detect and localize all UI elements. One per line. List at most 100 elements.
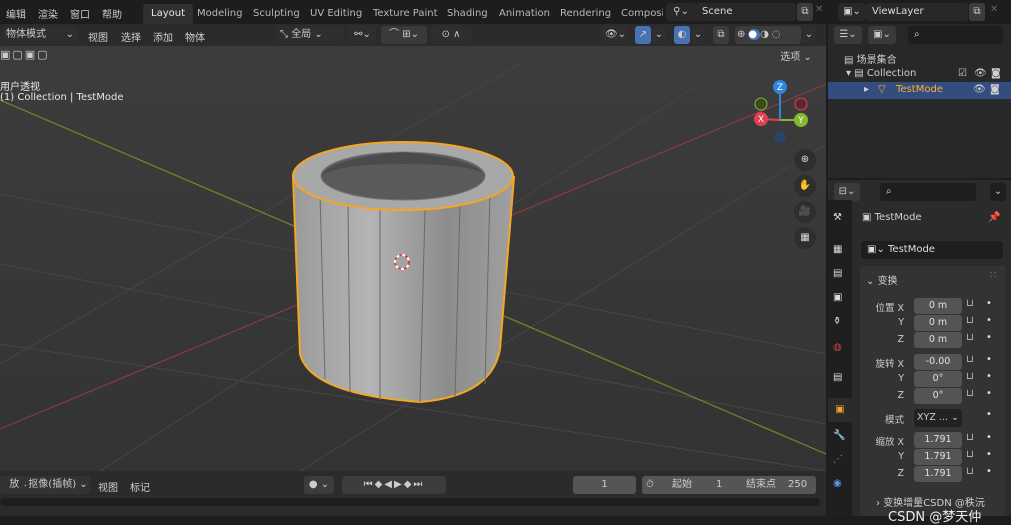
output-tab-icon[interactable]: ▤ [833, 268, 842, 279]
lock-icon[interactable]: ⊔ [966, 449, 974, 460]
scene-selector[interactable]: Scene [696, 3, 796, 21]
proportional-edit-icon[interactable]: ⊙ ∧ [431, 26, 471, 44]
play-reverse-icon[interactable]: ◀ [384, 479, 394, 490]
panel-header-transform[interactable]: ⌄ 变换 [866, 272, 898, 287]
menu-render[interactable]: 渲染 [38, 6, 58, 21]
close-icon[interactable]: ✕ [990, 4, 998, 15]
keyframe-dot-icon[interactable]: • [986, 315, 992, 326]
pin-icon[interactable]: 📌 [988, 212, 1000, 223]
menu-edit[interactable]: 编辑 [6, 6, 26, 21]
menu-select[interactable]: 选择 [121, 29, 141, 44]
camera-icon[interactable]: 🎥 [794, 201, 816, 223]
menu-object[interactable]: 物体 [185, 29, 205, 44]
3d-viewport[interactable]: 用户透视 (1) Collection | TestMode ▣▢▣▢ 选项 ⌄… [0, 24, 826, 471]
chevron-down-icon[interactable]: ⌄ [802, 26, 816, 44]
tab-uv-editing[interactable]: UV Editing [302, 4, 370, 24]
scale-z-field[interactable]: 1.791 [914, 466, 962, 482]
lock-icon[interactable]: ⊔ [966, 388, 974, 399]
lock-icon[interactable]: ⊔ [966, 432, 974, 443]
eye-icon[interactable]: 👁 [974, 68, 987, 79]
visibility-icon[interactable]: 👁⌄ [602, 26, 629, 44]
rotation-mode-dropdown[interactable]: XYZ ... ⌄ [914, 409, 962, 427]
location-x-field[interactable]: 0 m [914, 298, 962, 314]
view-layer-tab-icon[interactable]: ▣ [833, 292, 842, 303]
filter-icon[interactable]: ▣⌄ [868, 26, 896, 44]
pivot-icon[interactable]: ⚯⌄ [349, 26, 376, 44]
expand-arrow-icon[interactable]: ▾ [846, 68, 854, 79]
tab-rendering[interactable]: Rendering [552, 4, 619, 24]
auto-keying-button[interactable]: ● ⌄ [304, 476, 334, 494]
snap-icon[interactable]: ⌒ ⊞⌄ [381, 26, 427, 44]
lock-icon[interactable]: ⊔ [966, 371, 974, 382]
menu-window[interactable]: 窗口 [70, 6, 90, 21]
collection-tab-icon[interactable]: ▤ [833, 372, 842, 383]
start-frame-field[interactable]: 1 [716, 476, 722, 494]
end-frame-field[interactable]: 250 [788, 476, 807, 494]
lock-icon[interactable]: ⊔ [966, 466, 974, 477]
camera-render-icon[interactable]: ◙ [990, 84, 1000, 95]
keyframe-dot-icon[interactable]: • [986, 409, 992, 420]
xray-icon[interactable]: ⧉ [713, 26, 729, 44]
new-viewlayer-icon[interactable]: ⧉ [969, 3, 985, 21]
jump-end-icon[interactable]: ⏭ [413, 479, 424, 490]
checkbox-icon[interactable]: ☑ [958, 68, 967, 79]
properties-search-input[interactable]: ⌕ [880, 183, 976, 201]
gizmo-toggle-icon[interactable]: ↗ [635, 26, 651, 44]
tab-compositing[interactable]: Composi [613, 4, 663, 24]
zoom-icon[interactable]: ⊕ [794, 149, 816, 171]
menu-view[interactable]: 视图 [88, 29, 108, 44]
keyframe-dot-icon[interactable]: • [986, 371, 992, 382]
timeline-menu-marker[interactable]: 标记 [130, 479, 150, 494]
render-tab-icon[interactable]: ▦ [833, 244, 842, 255]
rotation-z-field[interactable]: 0° [914, 388, 962, 404]
scene-tab-icon[interactable]: ⚱ [833, 316, 841, 327]
tab-shading[interactable]: Shading [439, 4, 496, 24]
tab-layout[interactable]: Layout [143, 4, 193, 24]
current-frame-field[interactable]: 1 [573, 476, 636, 494]
keyframe-dot-icon[interactable]: • [986, 449, 992, 460]
options-dropdown[interactable]: 选项 ⌄ [779, 49, 813, 67]
keyframe-dot-icon[interactable]: • [986, 466, 992, 477]
keyframe-dot-icon[interactable]: • [986, 388, 992, 399]
tab-animation[interactable]: Animation [491, 4, 558, 24]
navigation-gizmo[interactable]: Z Y X [745, 76, 815, 146]
expand-arrow-icon[interactable]: ▸ [864, 84, 869, 95]
rotation-y-field[interactable]: 0° [914, 371, 962, 387]
play-icon[interactable]: ▶ [394, 479, 404, 490]
keying-dropdown[interactable]: 抠像(插帧) ⌄ [26, 476, 90, 494]
lock-icon[interactable]: ⊔ [966, 298, 974, 309]
viewlayer-icon[interactable]: ▣⌄ [838, 3, 866, 21]
eye-icon[interactable]: 👁 [973, 84, 986, 95]
location-y-field[interactable]: 0 m [914, 315, 962, 331]
tool-tab-icon[interactable]: ⚒ [833, 212, 842, 223]
menu-help[interactable]: 帮助 [102, 6, 122, 21]
menu-add[interactable]: 添加 [153, 29, 173, 44]
viewlayer-selector[interactable]: ViewLayer [866, 3, 968, 21]
scene-icon[interactable]: ⚲⌄ [666, 3, 696, 21]
scale-x-field[interactable]: 1.791 [914, 432, 962, 448]
prev-keyframe-icon[interactable]: ◆ [375, 479, 385, 490]
keyframe-dot-icon[interactable]: • [986, 354, 992, 365]
object-tab-icon[interactable]: ▣ [828, 398, 852, 422]
collection-row[interactable]: ▾ ▤ Collection ☑ 👁 ◙ [846, 68, 1011, 79]
object-row-testmode[interactable]: ▸ ▽ TestMode 👁 ◙ [828, 82, 1011, 99]
camera-render-icon[interactable]: ◙ [991, 68, 1001, 79]
tab-texture-paint[interactable]: Texture Paint [365, 4, 446, 24]
pan-hand-icon[interactable]: ✋ [794, 175, 816, 197]
select-mode-buttons[interactable]: ▣▢▣▢ [0, 48, 62, 65]
physics-tab-icon[interactable]: ◉ [833, 478, 842, 489]
close-icon[interactable]: ✕ [815, 4, 823, 15]
playback-controls[interactable]: ⏮◆◀▶◆⏭ [342, 476, 446, 494]
tab-modeling[interactable]: Modeling [189, 4, 251, 24]
lock-icon[interactable]: ⊔ [966, 354, 974, 365]
scale-y-field[interactable]: 1.791 [914, 449, 962, 465]
editor-type-icon[interactable]: ⊟⌄ [834, 183, 860, 201]
scene-collection-row[interactable]: ▤ 场景集合 [844, 51, 897, 66]
chevron-down-icon[interactable]: ⌄ [691, 26, 705, 44]
world-tab-icon[interactable]: ◍ [833, 342, 842, 353]
drag-handle-icon[interactable]: ∷ [990, 270, 996, 281]
transform-orientation-dropdown[interactable]: ⤡ 全局 ⌄ [276, 26, 344, 44]
lock-icon[interactable]: ⊔ [966, 332, 974, 343]
tab-sculpting[interactable]: Sculpting [245, 4, 308, 24]
location-z-field[interactable]: 0 m [914, 332, 962, 348]
